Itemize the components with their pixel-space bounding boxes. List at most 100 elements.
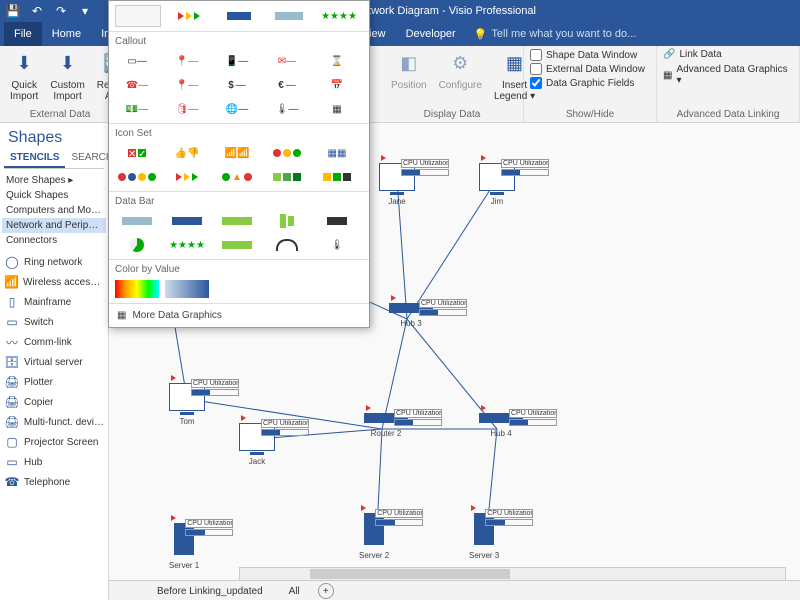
shape-comm-link[interactable]: 〰Comm-link	[0, 332, 108, 352]
undo-icon[interactable]: ↶	[28, 2, 46, 20]
db-3[interactable]	[215, 211, 259, 231]
multi-device-icon: 🖨	[4, 415, 20, 429]
is-grid[interactable]: ▦▦	[315, 143, 359, 163]
plotter-icon: 🖨	[4, 375, 20, 389]
node-hub4[interactable]: CPU Utilization %Hub 4	[479, 413, 523, 438]
node-jim[interactable]: CPU Utilization %Jim	[479, 163, 515, 206]
shape-hub[interactable]: ▭Hub	[0, 452, 108, 472]
db-1[interactable]	[115, 211, 159, 231]
dg-bar-1[interactable]	[217, 6, 261, 26]
db-7[interactable]: ★★★★	[165, 235, 209, 255]
node-tom[interactable]: CPU Utilization %Tom	[169, 383, 205, 426]
horizontal-scrollbar[interactable]	[239, 567, 786, 581]
shape-projector-screen[interactable]: ▢Projector Screen	[0, 432, 108, 452]
co-dollar[interactable]: $—	[215, 75, 259, 95]
shape-virtual-server[interactable]: 🗄Virtual server	[0, 352, 108, 372]
shape-plotter[interactable]: 🖨Plotter	[0, 372, 108, 392]
co-thermo[interactable]: 🌡—	[265, 99, 309, 119]
node-server2[interactable]: CPU Utilization %Server 2	[359, 513, 389, 560]
chk-data-graphic-fields[interactable]: Data Graphic Fields	[530, 77, 634, 89]
node-server3[interactable]: CPU Utilization %Server 3	[469, 513, 499, 560]
shape-wireless-ap[interactable]: 📶Wireless access point	[0, 272, 108, 292]
tab-file[interactable]: File	[4, 22, 42, 46]
tab-home[interactable]: Home	[42, 22, 91, 46]
db-6[interactable]	[115, 235, 159, 255]
is-sq3[interactable]	[265, 167, 309, 187]
co-globe[interactable]: 🌐—	[215, 99, 259, 119]
is-sq4[interactable]	[315, 167, 359, 187]
co-euro[interactable]: €—	[265, 75, 309, 95]
advanced-data-graphics-button[interactable]: ▦Advanced Data Graphics ▾	[663, 64, 793, 86]
mainframe-icon: ▯	[4, 295, 20, 309]
dg-stars[interactable]: ★★★★	[317, 6, 361, 26]
is-dots4[interactable]	[115, 167, 159, 187]
node-jack[interactable]: CPU Utilization %Jack	[239, 423, 275, 466]
dg-bar-2[interactable]	[267, 6, 311, 26]
tell-me[interactable]: 💡Tell me what you want to do...	[466, 22, 796, 46]
db-10[interactable]: 🌡	[315, 235, 359, 255]
db-2[interactable]	[165, 211, 209, 231]
co-call[interactable]: ☎—	[115, 75, 159, 95]
stencil-1[interactable]: Quick Shapes	[2, 188, 106, 203]
is-flags2[interactable]	[165, 167, 209, 187]
dg-none[interactable]	[115, 5, 161, 27]
co-cal[interactable]: 📅	[315, 75, 359, 95]
is-dots3[interactable]	[265, 143, 309, 163]
shapes-tab-search[interactable]: SEARCH	[65, 149, 109, 168]
co-pin[interactable]: 📍—	[165, 51, 209, 71]
co-tag[interactable]: ▭—	[115, 51, 159, 71]
stencil-3[interactable]: Network and Peripherals	[2, 218, 106, 233]
add-sheet-button[interactable]: +	[318, 583, 334, 599]
save-icon[interactable]: 💾	[4, 2, 22, 20]
co-db[interactable]: 🛢—	[165, 99, 209, 119]
db-8[interactable]	[215, 235, 259, 255]
stencil-2[interactable]: Computers and Monitors	[2, 203, 106, 218]
shape-ring-network[interactable]: ◯Ring network	[0, 252, 108, 272]
tab-developer[interactable]: Developer	[396, 22, 466, 46]
chk-shape-data-window[interactable]: Shape Data Window	[530, 49, 637, 61]
quick-import-button[interactable]: ⬇Quick Import	[6, 48, 42, 104]
shape-mainframe[interactable]: ▯Mainframe	[0, 292, 108, 312]
db-4[interactable]	[265, 211, 309, 231]
shape-multi-device[interactable]: 🖨Multi-funct. device	[0, 412, 108, 432]
data-graphic: CPU Utilization %	[401, 159, 449, 176]
redo-icon[interactable]: ↷	[52, 2, 70, 20]
node-hub3[interactable]: CPU Utilization %Hub 3	[389, 303, 433, 328]
shapes-tab-stencils[interactable]: STENCILS	[4, 149, 65, 168]
co-chip[interactable]: ▦	[315, 99, 359, 119]
is-check[interactable]: ✕✓	[115, 143, 159, 163]
db-9[interactable]	[265, 235, 309, 255]
cv-blues[interactable]	[165, 279, 209, 299]
shape-telephone[interactable]: ☎Telephone	[0, 472, 108, 492]
qat-more-icon[interactable]: ▾	[76, 2, 94, 20]
is-thumb[interactable]: 👍👎	[165, 143, 209, 163]
chk-external-data-window[interactable]: External Data Window	[530, 63, 645, 75]
stencil-4[interactable]: Connectors	[2, 233, 106, 248]
more-data-graphics[interactable]: ▦More Data Graphics	[109, 304, 369, 327]
co-phone[interactable]: 📱—	[215, 51, 259, 71]
dg-flags-1[interactable]	[167, 6, 211, 26]
is-signs[interactable]: ▲	[215, 167, 259, 187]
is-wifi[interactable]: 📶📶	[215, 143, 259, 163]
co-time[interactable]: ⌛	[315, 51, 359, 71]
cv-rainbow[interactable]	[115, 279, 159, 299]
node-label: Router 2	[364, 429, 408, 438]
node-router2[interactable]: CPU Utilization %Router 2	[364, 413, 408, 438]
position-button[interactable]: ◧Position	[387, 48, 431, 93]
sheet-tab-2[interactable]: All	[281, 584, 308, 599]
configure-button[interactable]: ⚙Configure	[435, 48, 486, 93]
custom-import-button[interactable]: ⬇Custom Import	[46, 48, 88, 104]
co-mail[interactable]: ✉—	[265, 51, 309, 71]
sheet-tab-1[interactable]: Before Linking_updated	[149, 584, 271, 599]
co-money[interactable]: 💵—	[115, 99, 159, 119]
node-server1[interactable]: CPU Utilization %Server 1	[169, 523, 199, 570]
shape-switch[interactable]: ▭Switch	[0, 312, 108, 332]
shape-copier[interactable]: 🖨Copier	[0, 392, 108, 412]
co-loc[interactable]: 📍—	[165, 75, 209, 95]
switch-icon: ▭	[4, 315, 20, 329]
virtual-server-icon: 🗄	[4, 355, 20, 369]
db-5[interactable]	[315, 211, 359, 231]
node-jane[interactable]: CPU Utilization %Jane	[379, 163, 415, 206]
stencil-0[interactable]: More Shapes ▸	[2, 173, 106, 188]
link-data-button[interactable]: 🔗Link Data	[663, 49, 722, 60]
